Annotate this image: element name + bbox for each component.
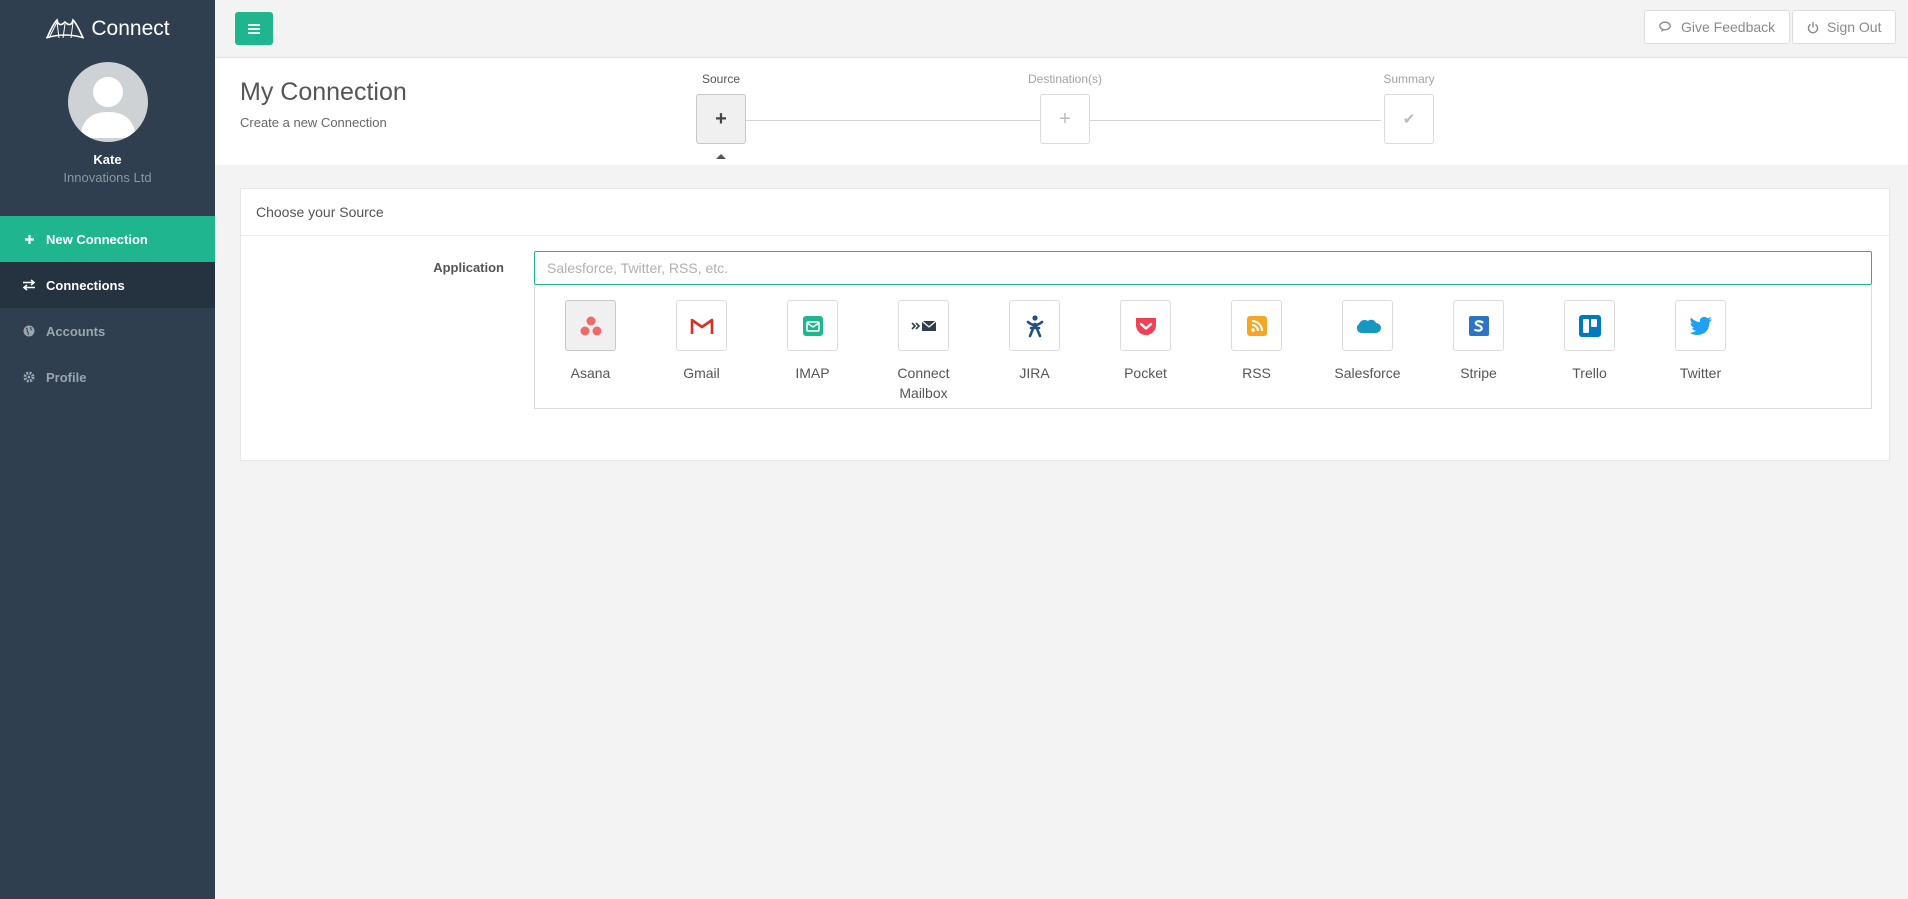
app-jira[interactable]: JIRA [979, 300, 1090, 383]
choose-source-panel: Choose your Source Application Asana Gma… [240, 188, 1890, 461]
app-twitter[interactable]: Twitter [1645, 300, 1756, 383]
gmail-icon[interactable] [676, 300, 727, 351]
user-org: Innovations Ltd [63, 170, 152, 185]
give-feedback-button[interactable]: Give Feedback [1644, 10, 1791, 44]
check-icon: ✔ [1402, 111, 1416, 128]
stripe-icon[interactable] [1453, 300, 1504, 351]
app-name: Stripe [1460, 365, 1497, 381]
user-name: Kate [93, 152, 122, 167]
app-gmail[interactable]: Gmail [646, 300, 757, 383]
sidebar-item-label: Connections [46, 277, 125, 293]
salesforce-icon[interactable] [1342, 300, 1393, 351]
app-name: Connect Mailbox [897, 365, 950, 401]
sidebar-item-connections[interactable]: Connections [0, 262, 215, 308]
application-search-input[interactable] [534, 251, 1872, 285]
step-destinations[interactable]: Destination(s) + [1005, 58, 1125, 144]
application-list: Asana Gmail IMAP Connect Mailbox JIRA Po… [534, 285, 1872, 409]
page-header: My Connection Create a new Connection So… [215, 58, 1908, 165]
step-source-button[interactable]: + [696, 94, 746, 144]
sidebar-item-label: Profile [46, 369, 87, 385]
sidebar-item-label: Accounts [46, 323, 106, 339]
step-destinations-button[interactable]: + [1040, 94, 1090, 144]
menu-toggle-button[interactable] [235, 12, 273, 45]
sign-out-label: Sign Out [1827, 19, 1882, 35]
app-name: IMAP [795, 365, 830, 381]
brand-logo-icon [46, 18, 85, 39]
twitter-icon[interactable] [1675, 300, 1726, 351]
sidebar-item-accounts[interactable]: Accounts [0, 308, 215, 354]
sidebar-nav: New Connection Connections Accounts Prof… [0, 216, 215, 400]
sidebar-item-profile[interactable]: Profile [0, 354, 215, 400]
app-stripe[interactable]: Stripe [1423, 300, 1534, 383]
app-name: Gmail [683, 365, 720, 381]
gear-icon [22, 371, 36, 383]
hamburger-icon [248, 23, 260, 34]
step-label: Source [701, 72, 741, 86]
comments-icon [1659, 21, 1671, 32]
step-summary-button[interactable]: ✔ [1384, 94, 1434, 144]
app-name: Pocket [1124, 365, 1167, 381]
app-asana[interactable]: Asana [535, 300, 646, 383]
sidebar-item-label: New Connection [46, 231, 148, 247]
globe-icon [22, 325, 36, 337]
app-name: Asana [570, 365, 611, 381]
step-label: Destination(s) [1027, 72, 1103, 86]
plus-icon: + [715, 107, 727, 130]
app-salesforce[interactable]: Salesforce [1312, 300, 1423, 383]
step-current-indicator [716, 154, 726, 159]
rss-icon[interactable] [1231, 300, 1282, 351]
jira-icon[interactable] [1009, 300, 1060, 351]
topbar: Give Feedback Sign Out [215, 0, 1908, 58]
exchange-icon [22, 279, 36, 291]
app-name: JIRA [1019, 365, 1050, 381]
step-summary[interactable]: Summary ✔ [1349, 58, 1469, 144]
app-name: Trello [1572, 365, 1607, 381]
sidebar: Connect Kate Innovations Ltd New Connect… [0, 0, 215, 899]
app-trello[interactable]: Trello [1534, 300, 1645, 383]
sidebar-item-new-connection[interactable]: New Connection [0, 216, 215, 262]
application-label: Application [433, 260, 504, 275]
plus-icon [22, 234, 36, 245]
page-subtitle: Create a new Connection [240, 115, 387, 130]
app-pocket[interactable]: Pocket [1090, 300, 1201, 383]
power-icon [1807, 21, 1819, 33]
sign-out-button[interactable]: Sign Out [1792, 10, 1897, 44]
asana-icon[interactable] [565, 300, 616, 351]
give-feedback-label: Give Feedback [1681, 19, 1776, 35]
brand-name: Connect [91, 17, 170, 40]
page-title: My Connection [240, 78, 407, 106]
app-connect-mailbox[interactable]: Connect Mailbox [868, 300, 979, 403]
user-avatar-icon [79, 77, 136, 138]
brand[interactable]: Connect [0, 0, 215, 58]
imap-envelope-icon[interactable] [787, 300, 838, 351]
app-name: Salesforce [1334, 365, 1401, 381]
app-name: Twitter [1679, 365, 1722, 381]
app-name: RSS [1242, 365, 1271, 381]
pocket-icon[interactable] [1120, 300, 1171, 351]
plus-icon: + [1059, 107, 1071, 130]
trello-icon[interactable] [1564, 300, 1615, 351]
step-source[interactable]: Source + [661, 58, 781, 159]
panel-title: Choose your Source [241, 189, 1889, 236]
app-imap[interactable]: IMAP [757, 300, 868, 383]
app-rss[interactable]: RSS [1201, 300, 1312, 383]
connect-mailbox-icon[interactable] [898, 300, 949, 351]
avatar[interactable] [67, 62, 148, 142]
step-label: Summary [1383, 72, 1435, 86]
